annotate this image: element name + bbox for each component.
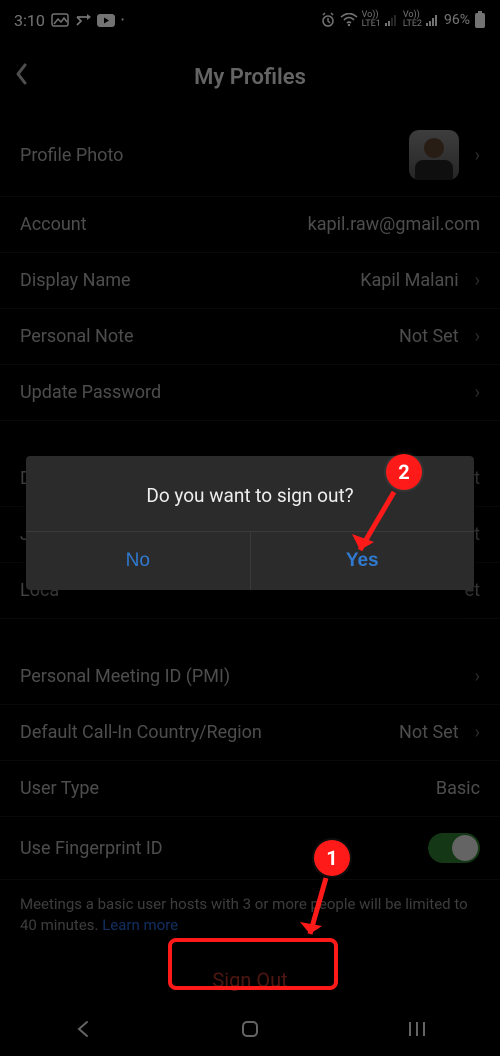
missed-call-icon bbox=[75, 13, 91, 27]
status-bar: 3:10 • Vo))LTE1 Vo))LTE2 96% bbox=[0, 0, 500, 40]
status-time: 3:10 bbox=[14, 11, 45, 30]
callin-row[interactable]: Default Call-In Country/Region Not Set › bbox=[0, 705, 500, 761]
wifi-icon bbox=[340, 13, 358, 27]
android-navbar bbox=[0, 1006, 500, 1056]
update-password-label: Update Password bbox=[20, 382, 161, 403]
chevron-right-icon: › bbox=[475, 382, 480, 403]
profile-photo-label: Profile Photo bbox=[20, 145, 123, 166]
account-value: kapil.raw@gmail.com bbox=[308, 214, 480, 235]
callin-value: Not Set bbox=[399, 722, 459, 743]
account-row: Account kapil.raw@gmail.com bbox=[0, 197, 500, 253]
image-icon bbox=[51, 13, 69, 27]
display-name-label: Display Name bbox=[20, 270, 131, 291]
profile-photo-row[interactable]: Profile Photo › bbox=[0, 114, 500, 197]
fingerprint-row: Use Fingerprint ID bbox=[0, 817, 500, 880]
chevron-right-icon: › bbox=[475, 666, 480, 687]
annotation-badge-1: 1 bbox=[314, 840, 350, 876]
page-title: My Profiles bbox=[194, 65, 306, 90]
personal-note-row[interactable]: Personal Note Not Set › bbox=[0, 309, 500, 365]
limit-note-text: Meetings a basic user hosts with 3 or mo… bbox=[20, 895, 468, 934]
pmi-row[interactable]: Personal Meeting ID (PMI) › bbox=[0, 649, 500, 705]
usertype-row: User Type Basic bbox=[0, 761, 500, 817]
header: My Profiles bbox=[0, 50, 500, 104]
annotation-arrow-2 bbox=[344, 486, 404, 566]
dialog-no-button[interactable]: No bbox=[26, 532, 250, 590]
back-button[interactable] bbox=[14, 62, 28, 90]
pmi-label: Personal Meeting ID (PMI) bbox=[20, 666, 230, 687]
signal2-icon bbox=[426, 14, 440, 26]
usertype-value: Basic bbox=[436, 778, 480, 799]
fingerprint-toggle[interactable] bbox=[428, 833, 480, 863]
annotation-arrow-1 bbox=[296, 872, 336, 952]
display-name-value: Kapil Malani bbox=[360, 270, 458, 291]
personal-note-label: Personal Note bbox=[20, 326, 134, 347]
status-dot: • bbox=[121, 15, 124, 26]
avatar bbox=[409, 130, 459, 180]
learn-more-link[interactable]: Learn more bbox=[102, 916, 178, 934]
update-password-row[interactable]: Update Password › bbox=[0, 365, 500, 421]
callin-label: Default Call-In Country/Region bbox=[20, 722, 262, 743]
usertype-label: User Type bbox=[20, 778, 99, 799]
signal1-icon bbox=[385, 14, 399, 26]
nav-back-button[interactable] bbox=[72, 1018, 94, 1044]
alarm-icon bbox=[320, 12, 336, 28]
display-name-row[interactable]: Display Name Kapil Malani › bbox=[0, 253, 500, 309]
account-label: Account bbox=[20, 214, 87, 235]
chevron-right-icon: › bbox=[475, 722, 480, 743]
fingerprint-label: Use Fingerprint ID bbox=[20, 838, 163, 859]
lte1-label: Vo))LTE1 bbox=[362, 11, 381, 29]
battery-pct: 96% bbox=[444, 12, 470, 28]
chevron-right-icon: › bbox=[475, 270, 480, 291]
lte2-label: Vo))LTE2 bbox=[403, 11, 422, 29]
personal-note-value: Not Set bbox=[399, 326, 459, 347]
chevron-right-icon: › bbox=[475, 145, 480, 166]
youtube-icon bbox=[97, 14, 115, 27]
nav-home-button[interactable] bbox=[238, 1017, 262, 1045]
chevron-right-icon: › bbox=[475, 326, 480, 347]
annotation-badge-2: 2 bbox=[386, 454, 422, 490]
battery-icon bbox=[474, 11, 486, 29]
nav-recents-button[interactable] bbox=[406, 1019, 428, 1043]
